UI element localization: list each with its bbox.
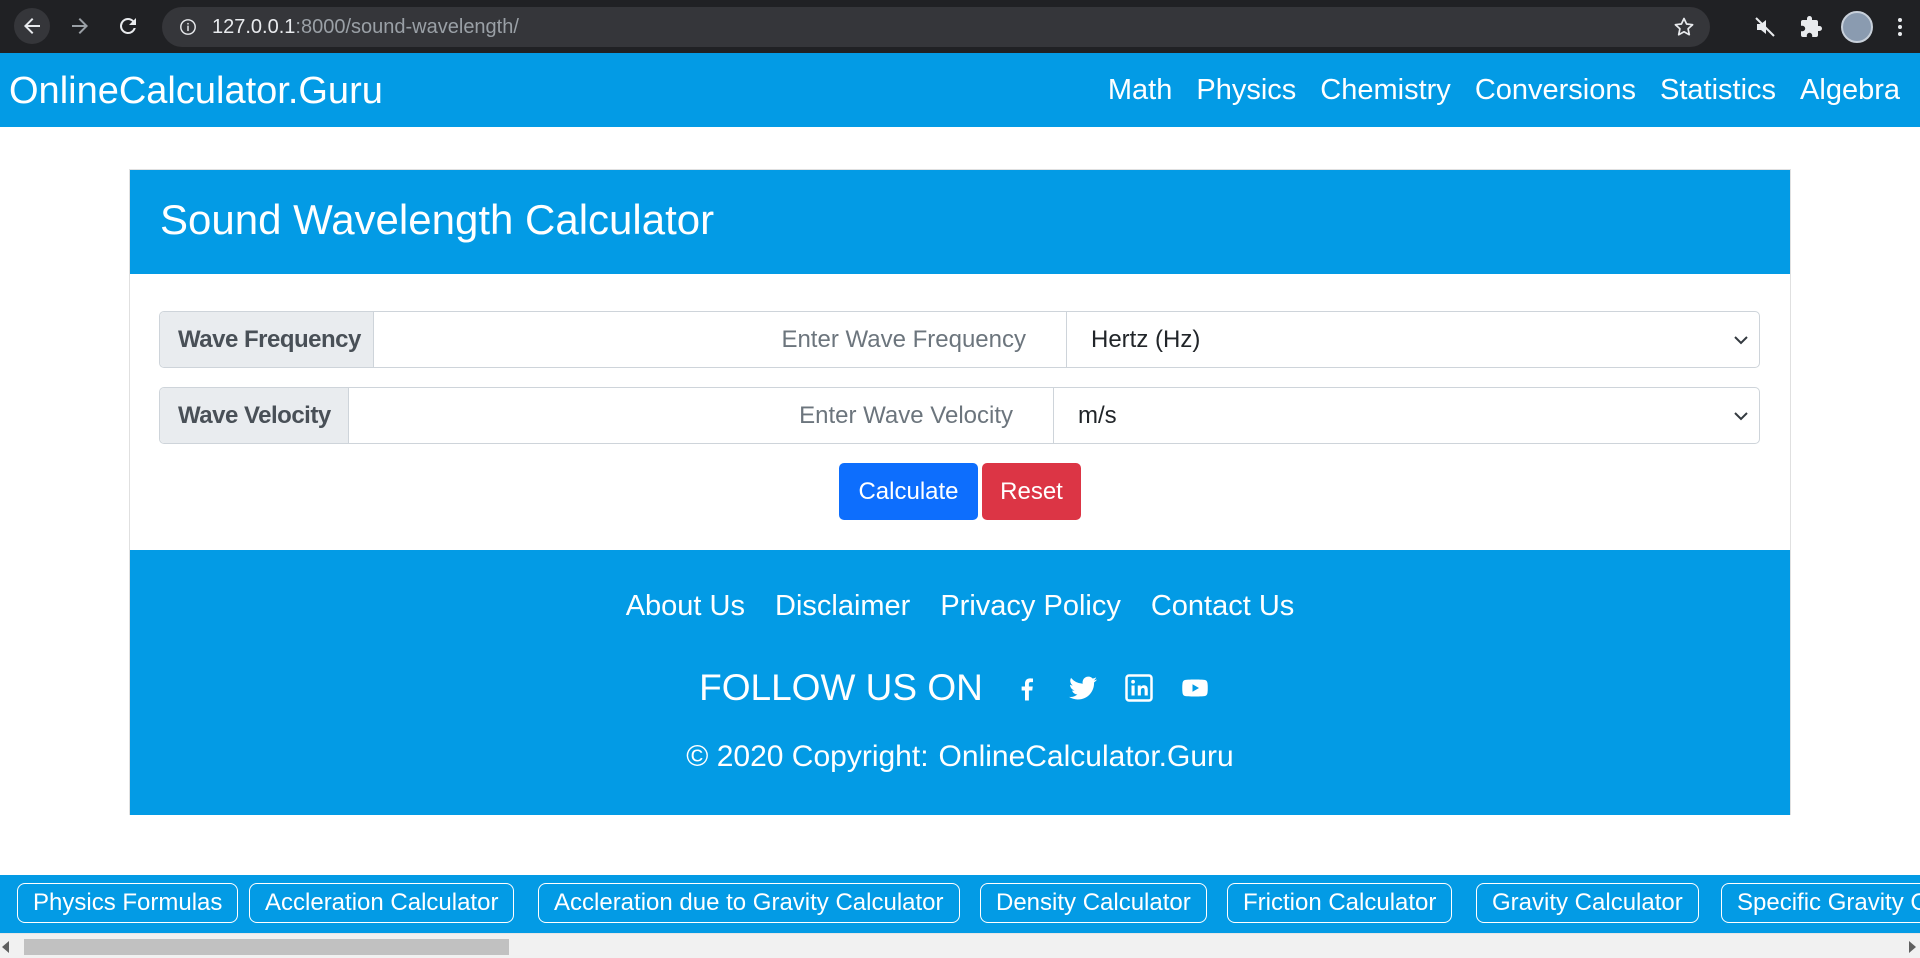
avatar xyxy=(1841,10,1873,43)
nav-algebra[interactable]: Algebra xyxy=(1800,74,1900,107)
velocity-unit-value: m/s xyxy=(1078,401,1117,429)
related-calculators-bar: Physics Formulas Accleration Calculator … xyxy=(0,875,1920,933)
horizontal-scrollbar[interactable] xyxy=(0,933,1920,958)
related-link-gravity[interactable]: Gravity Calculator xyxy=(1476,883,1699,923)
footer-link-contact[interactable]: Contact Us xyxy=(1151,590,1294,623)
page-title: Sound Wavelength Calculator xyxy=(160,196,715,243)
frequency-unit-select[interactable]: Hertz (Hz) xyxy=(1067,312,1759,367)
arrow-left-icon xyxy=(24,18,40,34)
frequency-unit-value: Hertz (Hz) xyxy=(1091,325,1201,353)
site-brand[interactable]: OnlineCalculator.Guru xyxy=(9,70,383,113)
reset-button[interactable]: Reset xyxy=(982,463,1081,520)
menu-kebab-icon[interactable] xyxy=(1880,0,1920,53)
wave-velocity-label: Wave Velocity xyxy=(160,388,349,443)
follow-section: FOLLOW US ON xyxy=(130,667,1790,709)
related-link-friction[interactable]: Friction Calculator xyxy=(1227,883,1453,923)
velocity-unit-select[interactable]: m/s xyxy=(1054,388,1759,443)
wave-velocity-input[interactable] xyxy=(349,388,1054,443)
reload-button[interactable] xyxy=(110,8,146,44)
back-button[interactable] xyxy=(14,8,50,44)
url-text: 127.0.0.1:8000/sound-wavelength/ xyxy=(212,16,519,39)
copyright-text: © 2020 Copyright: xyxy=(686,740,929,773)
related-link-acceleration-gravity[interactable]: Accleration due to Gravity Calculator xyxy=(538,883,960,923)
card-header: Sound Wavelength Calculator xyxy=(130,170,1790,274)
footer-link-privacy[interactable]: Privacy Policy xyxy=(940,590,1121,623)
site-header: OnlineCalculator.Guru Math Physics Chemi… xyxy=(0,53,1920,127)
linkedin-icon[interactable] xyxy=(1123,672,1155,704)
browser-extensions xyxy=(1742,0,1920,53)
related-link-density[interactable]: Density Calculator xyxy=(980,883,1207,923)
related-link-physics-formulas[interactable]: Physics Formulas xyxy=(17,883,239,923)
footer-link-disclaimer[interactable]: Disclaimer xyxy=(775,590,910,623)
arrow-right-icon xyxy=(72,18,88,34)
twitter-icon[interactable] xyxy=(1067,672,1099,704)
forward-button[interactable] xyxy=(62,8,98,44)
nav-conversions[interactable]: Conversions xyxy=(1475,74,1636,107)
chevron-down-icon xyxy=(1734,411,1748,420)
nav-physics[interactable]: Physics xyxy=(1196,74,1296,107)
scroll-left-arrow-icon[interactable] xyxy=(2,941,9,953)
copyright-brand-link[interactable]: OnlineCalculator.Guru xyxy=(939,740,1234,773)
wave-frequency-input[interactable] xyxy=(374,312,1067,367)
chevron-down-icon xyxy=(1734,335,1748,344)
footer-link-about[interactable]: About Us xyxy=(626,590,745,623)
follow-text: FOLLOW US ON xyxy=(699,667,983,708)
wave-frequency-row: Wave Frequency Hertz (Hz) xyxy=(159,311,1760,368)
address-bar[interactable]: 127.0.0.1:8000/sound-wavelength/ xyxy=(162,7,1710,47)
scroll-right-arrow-icon[interactable] xyxy=(1909,941,1916,953)
nav-math[interactable]: Math xyxy=(1108,74,1172,107)
card-footer: About Us Disclaimer Privacy Policy Conta… xyxy=(130,550,1790,815)
facebook-icon[interactable] xyxy=(1011,672,1043,704)
profile-avatar[interactable] xyxy=(1834,0,1880,53)
url-host: 127.0.0.1 xyxy=(212,15,296,38)
browser-toolbar: 127.0.0.1:8000/sound-wavelength/ xyxy=(0,0,1920,53)
reload-icon xyxy=(120,18,136,34)
main-nav: Math Physics Chemistry Conversions Stati… xyxy=(1084,74,1900,107)
wave-frequency-label: Wave Frequency xyxy=(160,312,374,367)
info-icon[interactable] xyxy=(178,17,198,37)
extensions-puzzle-icon[interactable] xyxy=(1788,0,1834,53)
nav-statistics[interactable]: Statistics xyxy=(1660,74,1776,107)
wave-velocity-row: Wave Velocity m/s xyxy=(159,387,1760,444)
footer-links: About Us Disclaimer Privacy Policy Conta… xyxy=(130,590,1790,623)
related-link-specific-gravity[interactable]: Specific Gravity Calculator xyxy=(1721,883,1920,923)
related-link-acceleration[interactable]: Accleration Calculator xyxy=(249,883,515,923)
bookmark-star-icon[interactable] xyxy=(1672,15,1696,39)
calculator-card: Sound Wavelength Calculator Wave Frequen… xyxy=(129,169,1791,815)
url-path: :8000/sound-wavelength/ xyxy=(295,15,519,38)
nav-chemistry[interactable]: Chemistry xyxy=(1320,74,1451,107)
copyright: © 2020 Copyright: OnlineCalculator.Guru xyxy=(130,740,1790,774)
scrollbar-thumb[interactable] xyxy=(24,939,509,955)
muted-tab-icon[interactable] xyxy=(1742,0,1788,53)
calculate-button[interactable]: Calculate xyxy=(839,463,978,520)
youtube-icon[interactable] xyxy=(1179,672,1211,704)
